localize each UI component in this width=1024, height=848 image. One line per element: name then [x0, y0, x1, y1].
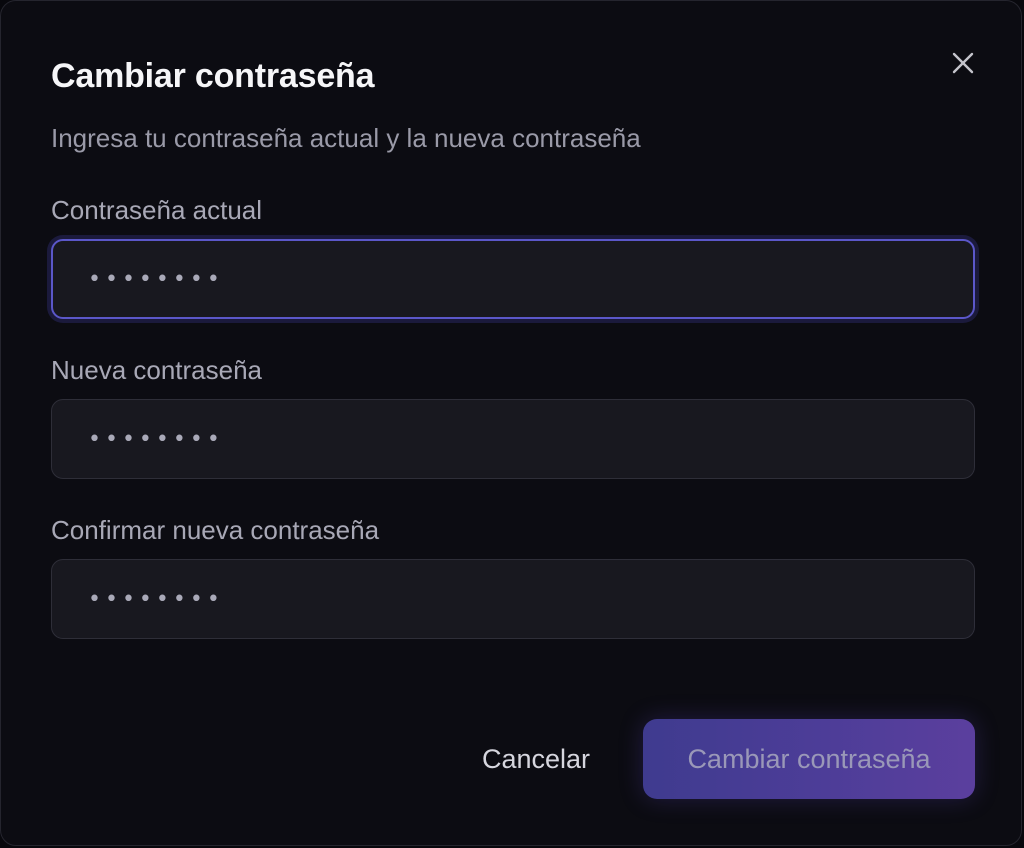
dialog-subtitle: Ingresa tu contraseña actual y la nueva … [51, 123, 641, 153]
change-password-button[interactable]: Cambiar contraseña [643, 719, 975, 799]
cancel-button[interactable]: Cancelar [453, 723, 619, 795]
confirm-password-label: Confirmar nueva contraseña [51, 515, 380, 545]
current-password-label: Contraseña actual [51, 195, 263, 225]
current-password-field[interactable]: •••••••• [51, 239, 975, 319]
confirm-password-field[interactable]: •••••••• [51, 559, 975, 639]
dialog-title: Cambiar contraseña [51, 57, 375, 95]
new-password-label: Nueva contraseña [51, 355, 263, 385]
close-icon [952, 52, 974, 74]
change-password-dialog: Cambiar contraseña Ingresa tu contraseña… [0, 0, 1022, 846]
close-button[interactable] [945, 45, 981, 81]
new-password-field[interactable]: •••••••• [51, 399, 975, 479]
